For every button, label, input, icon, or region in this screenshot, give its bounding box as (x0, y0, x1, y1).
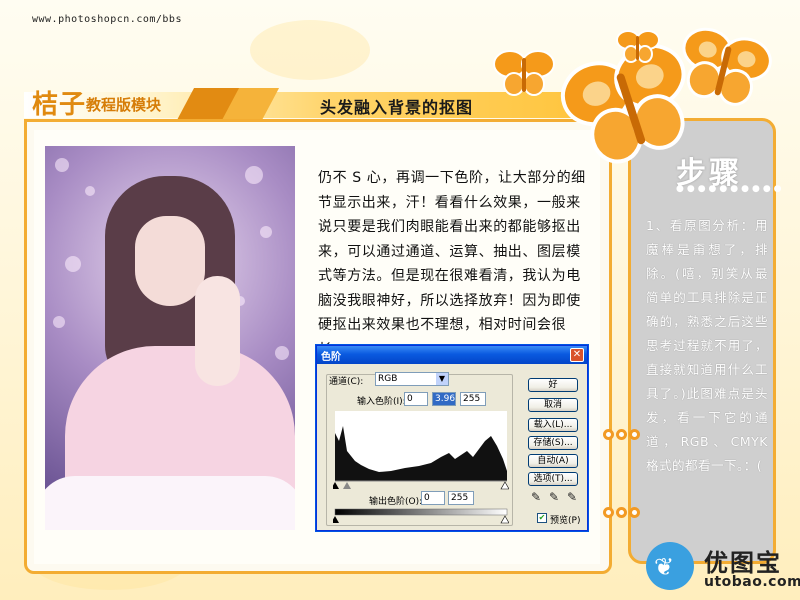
output-white-field[interactable]: 255 (448, 491, 474, 505)
ring-decoration (603, 429, 640, 440)
butterfly-icon (616, 30, 660, 63)
gray-eyedropper-icon[interactable]: ✎ (549, 490, 559, 504)
site-url: www.photoshopcn.com/bbs (32, 14, 182, 25)
channel-value: RGB (378, 374, 398, 384)
white-eyedropper-icon[interactable]: ✎ (567, 490, 577, 504)
input-white-field[interactable]: 255 (460, 392, 486, 406)
site-logo: 桔子 (32, 90, 87, 120)
page-title: 头发融入背景的抠图 (320, 98, 474, 117)
output-black-field[interactable]: 0 (421, 491, 445, 505)
options-button[interactable]: 选项(T)... (528, 472, 578, 486)
watermark-domain: utobao.com (704, 574, 800, 590)
side-heading-dots: ●●●●●●●●●● (676, 184, 785, 194)
save-button[interactable]: 存储(S)... (528, 436, 578, 450)
butterfly-icon (682, 27, 772, 106)
tutorial-photo (45, 146, 295, 530)
histogram (335, 411, 507, 481)
auto-button[interactable]: 自动(A) (528, 454, 578, 468)
article-text: 仍不 S 心，再调一下色阶，让大部分的细节显示出来，汗！看看什么效果，一般来说只… (318, 170, 586, 358)
side-text: 1、看原图分析：用魔棒是甭想了，排除。(嘻，别笑从最简单的工具排除是正确的，熟悉… (646, 218, 768, 473)
dialog-titlebar[interactable]: 色阶 ✕ (317, 346, 587, 364)
input-gamma-field[interactable]: 3.96 (432, 392, 456, 406)
black-eyedropper-icon[interactable]: ✎ (531, 490, 541, 504)
ring-decoration (603, 507, 640, 518)
channel-select[interactable]: RGB ▼ (375, 372, 449, 386)
site-logo-subtitle: 教程版模块 (86, 96, 162, 114)
bird-icon: ❦ (654, 553, 675, 581)
page: www.photoshopcn.com/bbs 桔子 教程版模块 头发融入背景的… (0, 0, 800, 600)
input-slider[interactable] (333, 480, 509, 490)
input-black-field[interactable]: 0 (404, 392, 428, 406)
output-levels-label: 输出色阶(O): (369, 497, 423, 507)
bg-decoration (250, 20, 370, 80)
preview-label: 预览(P) (550, 516, 581, 526)
output-slider[interactable] (333, 508, 509, 524)
butterfly-icon (493, 50, 555, 96)
cancel-button[interactable]: 取消 (528, 398, 578, 412)
chevron-down-icon[interactable]: ▼ (436, 373, 448, 385)
input-levels-label: 输入色阶(I): (357, 397, 406, 407)
close-button[interactable]: ✕ (570, 348, 584, 362)
levels-dialog: 色阶 ✕ 通道(C): RGB ▼ 输入色阶(I): 0 3.96 255 输出… (316, 345, 588, 531)
watermark-name: 优图宝 (704, 549, 782, 577)
load-button[interactable]: 载入(L)... (528, 418, 578, 432)
dialog-title: 色阶 (321, 352, 341, 363)
channel-label: 通道(C): (329, 377, 364, 387)
preview-checkbox[interactable]: ✔ (537, 513, 547, 523)
ok-button[interactable]: 好 (528, 378, 578, 392)
